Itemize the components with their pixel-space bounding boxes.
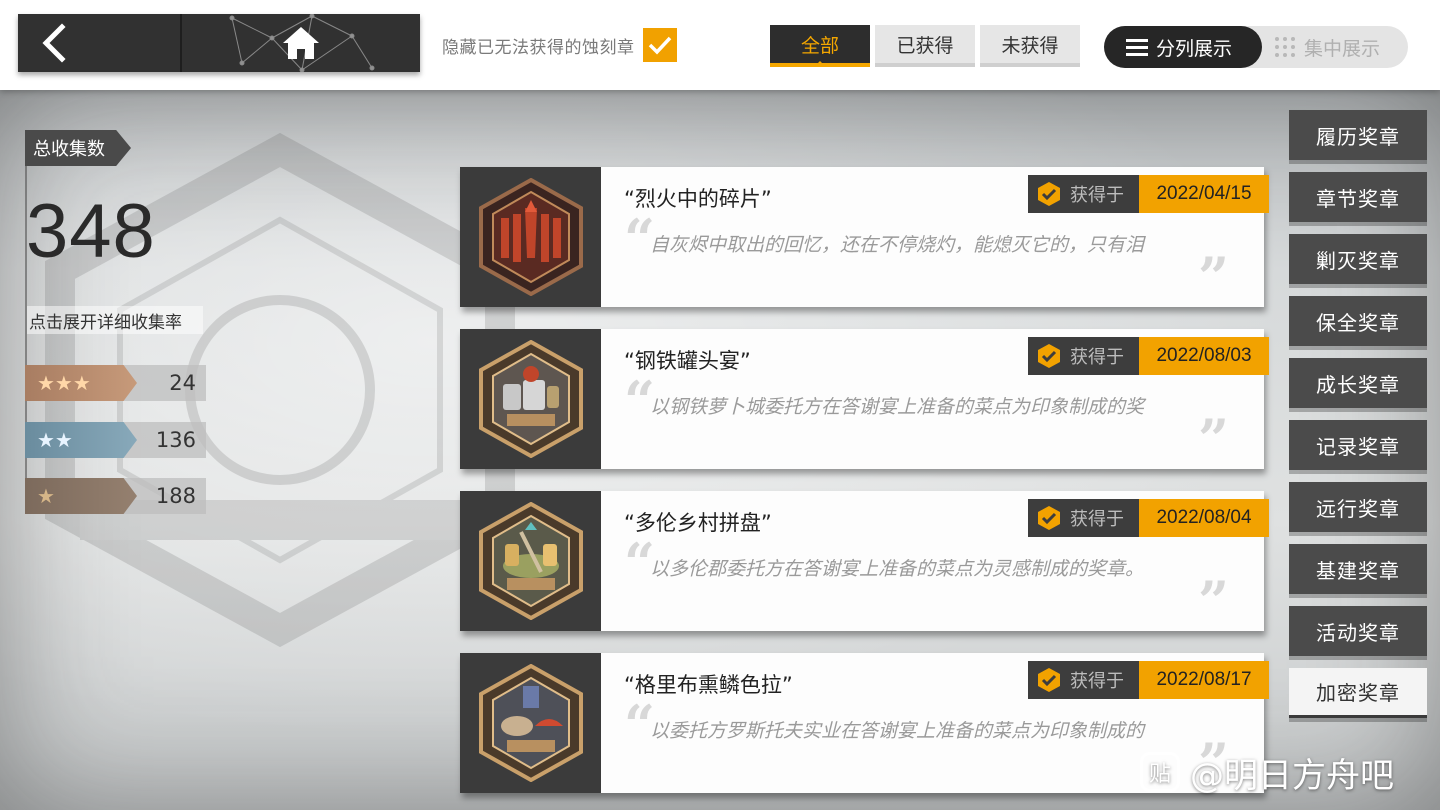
celebration-banquet-cans-medal-icon	[478, 340, 583, 458]
medal-description: 以钢铁萝卜城委托方在答谢宴上准备的菜点为印象制成的奖	[650, 396, 1145, 418]
expand-detail-hint[interactable]: 点击展开详细收集率	[27, 306, 203, 334]
verified-check-icon	[1038, 668, 1060, 692]
celebration-banquet-platter-medal-icon	[478, 502, 583, 620]
tab-all[interactable]: 全部	[770, 25, 870, 67]
obtained-badge: 获得于 2022/04/15	[1028, 175, 1269, 213]
close-quote-icon: ”	[1198, 245, 1230, 309]
list-icon	[1126, 39, 1148, 56]
obtained-badge: 获得于 2022/08/04	[1028, 499, 1269, 537]
back-arrow-icon	[42, 23, 66, 63]
obtained-badge: 获得于 2022/08/03	[1028, 337, 1269, 375]
category-base-medals[interactable]: 基建奖章	[1289, 544, 1427, 594]
grid-dots-icon	[1275, 37, 1295, 57]
close-quote-icon: ”	[1198, 569, 1230, 633]
obtained-label: 获得于	[1070, 509, 1124, 530]
total-collection-count: 348	[26, 189, 156, 274]
celebration-banquet-salad-medal-icon	[478, 664, 583, 782]
back-button[interactable]	[18, 14, 182, 72]
obtained-label: 获得于	[1070, 347, 1124, 368]
medal-card[interactable]: “钢铁罐头宴” “ 以钢铁萝卜城委托方在答谢宴上准备的菜点为印象制成的奖 ” 获…	[460, 329, 1269, 471]
category-contingency-medals[interactable]: 保全奖章	[1289, 296, 1427, 346]
medal-description: 以委托方罗斯托夫实业在答谢宴上准备的菜点为印象制成的	[650, 720, 1145, 742]
medal-description: 自灰烬中取出的回忆，还在不停烧灼，能熄灭它的，只有泪	[650, 234, 1145, 256]
category-event-medals[interactable]: 活动奖章	[1289, 606, 1427, 656]
obtained-label: 获得于	[1070, 185, 1124, 206]
view-split-button[interactable]: 分列展示	[1104, 26, 1262, 68]
tab-not-obtained[interactable]: 未获得	[980, 25, 1080, 67]
medal-thumbnail	[460, 653, 601, 793]
three-star-row: ★★★ 24	[25, 365, 206, 401]
obtained-date: 2022/04/15	[1139, 175, 1269, 213]
obtained-date: 2022/08/03	[1139, 337, 1269, 375]
two-star-badge: ★★	[25, 422, 137, 458]
category-annihilation-medals[interactable]: 剿灭奖章	[1289, 234, 1427, 284]
hide-unobtainable-label: 隐藏已无法获得的蚀刻章	[442, 37, 635, 58]
view-grouped-button[interactable]: 集中展示	[1262, 26, 1380, 68]
two-star-row: ★★ 136	[25, 422, 206, 458]
medal-thumbnail	[460, 491, 601, 631]
tab-obtained[interactable]: 已获得	[875, 25, 975, 67]
watermark-text: @明日方舟吧	[1190, 755, 1394, 796]
obtained-date: 2022/08/17	[1139, 661, 1269, 699]
category-growth-medals[interactable]: 成长奖章	[1289, 358, 1427, 408]
obtained-label-box: 获得于	[1028, 337, 1139, 375]
category-chapter-medals[interactable]: 章节奖章	[1289, 172, 1427, 222]
checkmark-icon	[648, 36, 671, 55]
hide-unobtainable-checkbox[interactable]	[642, 28, 677, 62]
top-bar: 隐藏已无法获得的蚀刻章 全部 已获得 未获得 分列展示 集中展示	[0, 0, 1440, 90]
filter-tabs: 全部 已获得 未获得	[770, 25, 1080, 67]
fire-fragment-medal-icon	[478, 178, 583, 296]
home-icon	[283, 27, 319, 59]
tieba-logo-icon: 贴	[1140, 752, 1180, 792]
one-star-row: ★ 188	[25, 478, 206, 514]
close-quote-icon: ”	[1198, 407, 1230, 471]
verified-check-icon	[1038, 182, 1060, 206]
medal-card[interactable]: “烈火中的碎片” “ 自灰烬中取出的回忆，还在不停烧灼，能熄灭它的，只有泪 ” …	[460, 167, 1269, 309]
medal-thumbnail	[460, 329, 601, 469]
category-encrypted-medals[interactable]: 加密奖章	[1289, 668, 1427, 718]
obtained-badge: 获得于 2022/08/17	[1028, 661, 1269, 699]
view-grouped-label: 集中展示	[1304, 37, 1381, 60]
nav-box	[18, 14, 420, 72]
category-resume-medals[interactable]: 履历奖章	[1289, 110, 1427, 160]
category-record-medals[interactable]: 记录奖章	[1289, 420, 1427, 470]
medal-description: 以多伦郡委托方在答谢宴上准备的菜点为灵感制成的奖章。	[650, 558, 1145, 580]
view-split-label: 分列展示	[1156, 37, 1233, 60]
obtained-label: 获得于	[1070, 671, 1124, 692]
medal-thumbnail	[460, 167, 601, 307]
one-star-badge: ★	[25, 478, 137, 514]
obtained-label-box: 获得于	[1028, 175, 1139, 213]
hide-unobtainable-toggle[interactable]: 隐藏已无法获得的蚀刻章	[442, 28, 677, 62]
home-button[interactable]	[182, 14, 420, 72]
view-mode-toggle: 分列展示 集中展示	[1104, 26, 1408, 68]
obtained-label-box: 获得于	[1028, 661, 1139, 699]
watermark: 贴 @明日方舟吧	[1140, 748, 1394, 796]
medal-card[interactable]: “多伦乡村拼盘” “ 以多伦郡委托方在答谢宴上准备的菜点为灵感制成的奖章。 ” …	[460, 491, 1269, 633]
three-star-badge: ★★★	[25, 365, 137, 401]
total-collection-tag: 总收集数	[25, 130, 131, 166]
obtained-date: 2022/08/04	[1139, 499, 1269, 537]
verified-check-icon	[1038, 344, 1060, 368]
verified-check-icon	[1038, 506, 1060, 530]
obtained-label-box: 获得于	[1028, 499, 1139, 537]
category-expedition-medals[interactable]: 远行奖章	[1289, 482, 1427, 532]
